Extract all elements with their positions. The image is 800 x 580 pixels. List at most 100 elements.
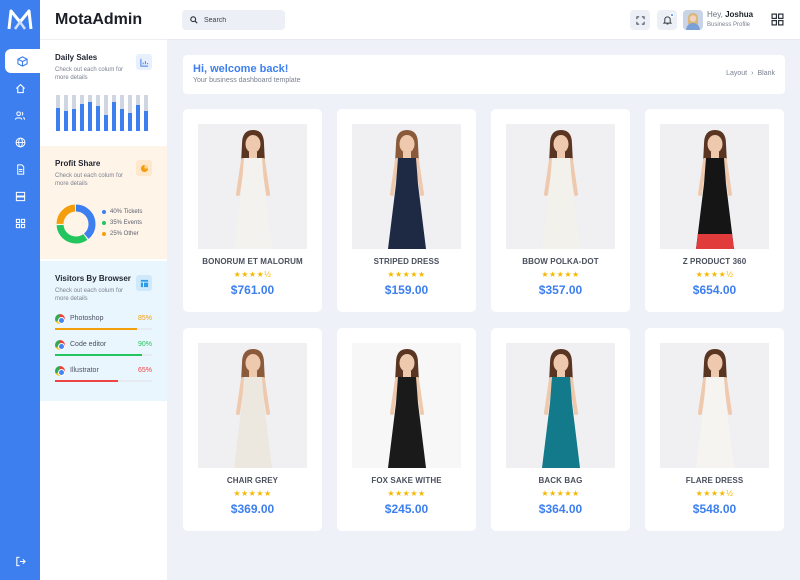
star-rating: ★★★★½ [233, 270, 272, 279]
browser-progress-fill [55, 354, 143, 356]
apps-button[interactable] [771, 13, 784, 31]
daily-sales-description: Check out each colum for more details [55, 67, 124, 82]
brand-area: MotaAdmin [40, 0, 167, 40]
sales-bar [64, 95, 68, 131]
product-card[interactable]: BBOW POLKA-DOT ★★★★★ $357.00 [491, 109, 630, 312]
product-card[interactable]: FOX SAKE WITHE ★★★★★ $245.00 [337, 328, 476, 531]
visitors-widget: Visitors By Browser Check out each colum… [40, 261, 167, 401]
sales-bar [120, 95, 124, 131]
product-price: $364.00 [538, 502, 583, 516]
document-icon [16, 163, 24, 175]
product-card[interactable]: BONORUM ET MALORUM ★★★★½ $761.00 [183, 109, 322, 312]
sales-bar [104, 95, 108, 131]
star-rating: ★★★★★ [387, 270, 426, 279]
notifications-button[interactable] [657, 10, 677, 30]
layout-icon [136, 275, 152, 291]
welcome-subtitle: Your business dashboard template [193, 77, 301, 84]
product-price: $548.00 [692, 502, 737, 516]
product-card[interactable]: CHAIR GREY ★★★★★ $369.00 [183, 328, 322, 531]
chevron-right-icon: › [751, 70, 754, 77]
sidebar-item-users[interactable] [0, 103, 40, 127]
profit-share-legend: 40% Tickets 35% Events 25% Other [102, 209, 142, 242]
visitors-description: Check out each colum for more details [55, 288, 124, 303]
sidebar-item-grid[interactable] [0, 211, 40, 235]
product-name[interactable]: FOX SAKE WITHE [337, 476, 476, 485]
chrome-icon [55, 366, 65, 376]
sidebar-item-documents[interactable] [0, 157, 40, 181]
product-image[interactable] [198, 343, 307, 468]
product-price: $357.00 [538, 283, 583, 297]
sales-bar [144, 95, 148, 131]
sidebar-item-globe[interactable] [0, 130, 40, 154]
product-image[interactable] [506, 124, 615, 249]
box-icon [17, 55, 28, 67]
browser-percent: 65% [137, 367, 152, 374]
browser-row: Code editor 90% [55, 340, 152, 360]
browser-row: Photoshop 85% [55, 314, 152, 334]
app-brand[interactable]: MotaAdmin [55, 11, 142, 29]
sales-bar [80, 95, 84, 131]
profit-share-donut [56, 204, 96, 244]
product-image[interactable] [506, 343, 615, 468]
star-rating: ★★★★★ [387, 489, 426, 498]
product-card[interactable]: BACK BAG ★★★★★ $364.00 [491, 328, 630, 531]
logout-button[interactable] [0, 549, 40, 573]
product-name[interactable]: CHAIR GREY [183, 476, 322, 485]
browser-name: Code editor [70, 341, 107, 348]
user-role: Business Profile [707, 22, 751, 28]
browser-progress [55, 354, 152, 356]
product-price: $654.00 [692, 283, 737, 297]
sidebar-item-box[interactable] [5, 49, 40, 73]
chrome-icon [55, 314, 65, 324]
daily-sales-chart [56, 95, 152, 131]
product-name[interactable]: BBOW POLKA-DOT [491, 257, 630, 266]
search-input[interactable] [204, 16, 274, 24]
product-name[interactable]: BONORUM ET MALORUM [183, 257, 322, 266]
avatar[interactable] [683, 10, 703, 30]
welcome-title: Hi, welcome back! [193, 63, 289, 75]
sidebar-item-server[interactable] [0, 184, 40, 208]
breadcrumb: Layout › Blank [726, 70, 775, 77]
product-image[interactable] [352, 343, 461, 468]
browser-name: Photoshop [70, 315, 104, 322]
product-image[interactable] [660, 343, 769, 468]
product-name[interactable]: FLARE DRESS [645, 476, 784, 485]
legend-item: 25% Other [102, 231, 142, 237]
sales-bar [112, 95, 116, 131]
product-name[interactable]: STRIPED DRESS [337, 257, 476, 266]
user-info[interactable]: Hey, Joshua Business Profile [707, 11, 753, 29]
daily-sales-widget: Daily Sales Check out each colum for mor… [40, 40, 167, 143]
star-rating: ★★★★½ [695, 489, 734, 498]
star-rating: ★★★★★ [541, 270, 580, 279]
search-box[interactable] [182, 10, 285, 30]
sidebar-item-home[interactable] [0, 76, 40, 100]
browser-progress-fill [55, 328, 138, 330]
sales-bar [72, 95, 76, 131]
star-rating: ★★★★★ [541, 489, 580, 498]
profit-share-description: Check out each colum for more details [55, 173, 124, 188]
legend-item: 40% Tickets [102, 209, 142, 215]
product-image[interactable] [352, 124, 461, 249]
product-card[interactable]: FLARE DRESS ★★★★½ $548.00 [645, 328, 784, 531]
legend-item: 35% Events [102, 220, 142, 226]
fullscreen-button[interactable] [630, 10, 650, 30]
product-price: $369.00 [230, 502, 275, 516]
apps-grid-icon [771, 13, 784, 26]
logo-icon[interactable] [0, 0, 40, 40]
product-price: $245.00 [384, 502, 429, 516]
sales-bar [88, 95, 92, 131]
product-image[interactable] [198, 124, 307, 249]
browser-row: Illustrator 65% [55, 366, 152, 386]
product-name[interactable]: BACK BAG [491, 476, 630, 485]
browser-percent: 90% [137, 341, 152, 348]
product-name[interactable]: Z PRODUCT 360 [645, 257, 784, 266]
product-image[interactable] [660, 124, 769, 249]
product-card[interactable]: STRIPED DRESS ★★★★★ $159.00 [337, 109, 476, 312]
product-card[interactable]: Z PRODUCT 360 ★★★★½ $654.00 [645, 109, 784, 312]
breadcrumb-blank: Blank [757, 70, 775, 77]
breadcrumb-layout[interactable]: Layout [726, 70, 747, 77]
users-icon [14, 110, 26, 120]
icon-sidebar [0, 0, 40, 580]
profit-share-widget: Profit Share Check out each colum for mo… [40, 146, 167, 259]
browser-percent: 85% [137, 315, 152, 322]
